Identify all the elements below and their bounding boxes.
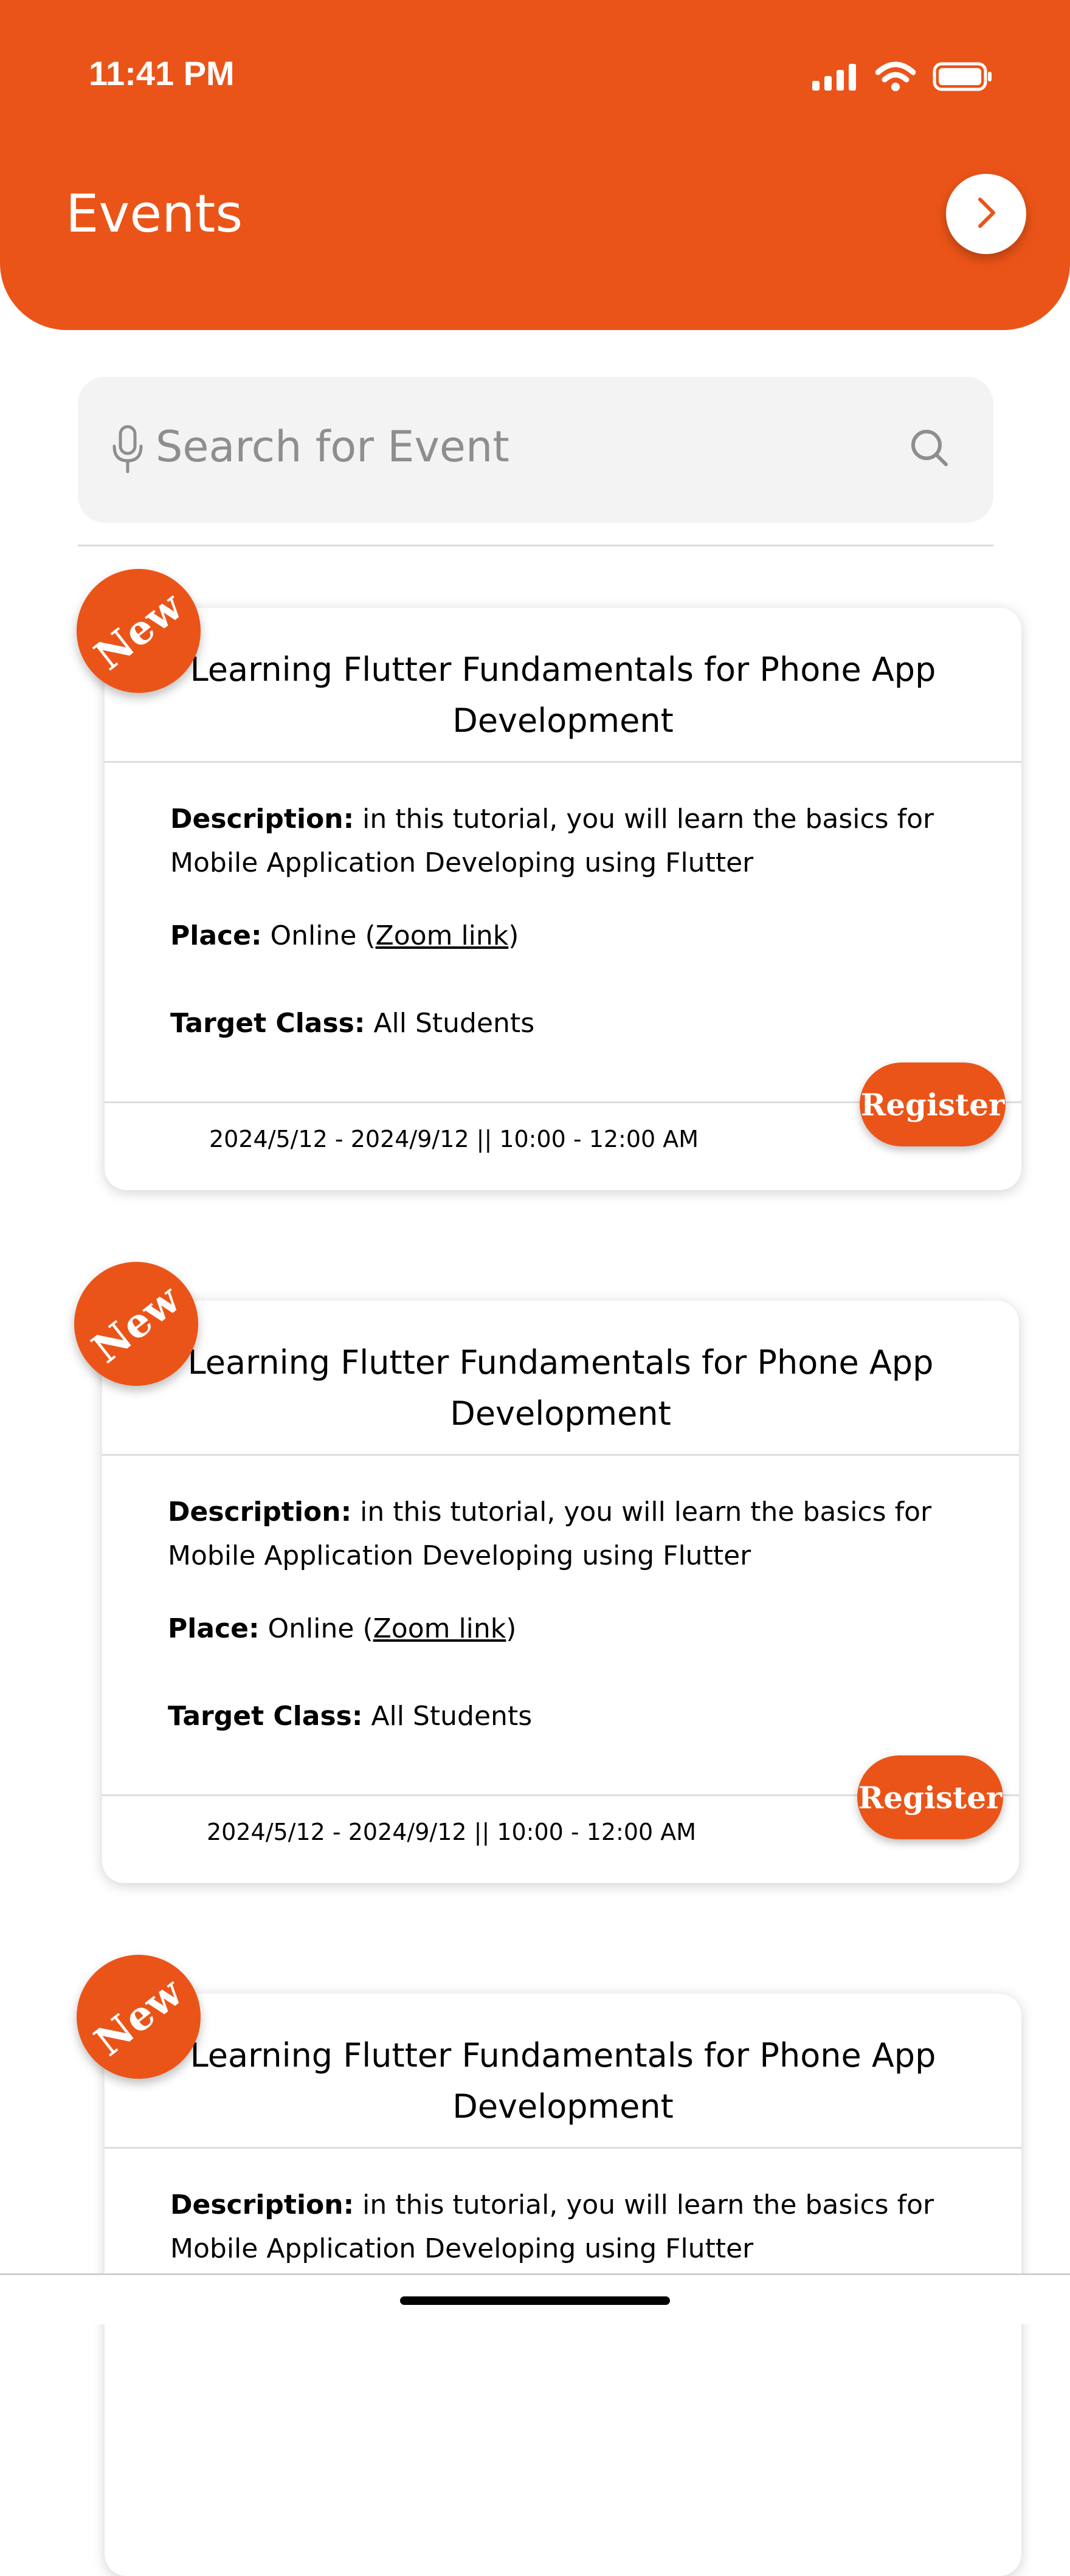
card-divider — [105, 761, 1021, 763]
wifi-icon — [875, 61, 916, 94]
zoom-link[interactable]: Zoom link — [376, 920, 509, 951]
app-header: 11:41 PM Events — [0, 0, 1070, 330]
event-description: Description: in this tutorial, you will … — [170, 2189, 934, 2220]
event-date: 2024/5/12 - 2024/9/12 || 10:00 - 12:00 A… — [209, 1126, 699, 1152]
event-target-class: Target Class: All Students — [170, 1008, 535, 1039]
battery-icon — [933, 61, 993, 94]
event-date: 2024/5/12 - 2024/9/12 || 10:00 - 12:00 A… — [207, 1819, 697, 1845]
event-place: Place: Online (Zoom link) — [168, 1613, 517, 1644]
event-details: Description: in this tutorial, you will … — [170, 797, 961, 1045]
home-indicator[interactable] — [400, 2296, 670, 2305]
event-title: Learning Flutter Fundamentals for Phone … — [187, 1343, 934, 1433]
register-button[interactable]: Register — [860, 1062, 1006, 1146]
event-details: Description: in this tutorial, you will … — [168, 1490, 958, 1738]
event-card[interactable]: Learning Flutter Fundamentals for Phone … — [102, 1301, 1019, 1883]
search-divider — [78, 545, 993, 546]
event-description: Description: in this tutorial, you will … — [170, 804, 934, 835]
event-description-line2: Mobile Application Developing using Flut… — [168, 1540, 751, 1571]
new-badge: New — [77, 569, 201, 693]
event-title: Learning Flutter Fundamentals for Phone … — [190, 650, 936, 740]
card-divider — [102, 1454, 1019, 1456]
event-target-class: Target Class: All Students — [168, 1701, 533, 1732]
event-title: Learning Flutter Fundamentals for Phone … — [190, 2036, 936, 2126]
search-icon[interactable] — [908, 427, 951, 472]
zoom-link[interactable]: Zoom link — [373, 1613, 506, 1644]
microphone-icon[interactable] — [109, 424, 146, 478]
search-input[interactable]: Search for Event — [78, 377, 993, 523]
register-button[interactable]: Register — [857, 1755, 1003, 1839]
status-time: 11:41 PM — [89, 54, 235, 92]
event-description: Description: in this tutorial, you will … — [168, 1496, 932, 1527]
event-card[interactable]: Learning Flutter Fundamentals for Phone … — [105, 608, 1021, 1190]
new-badge: New — [74, 1262, 198, 1386]
next-button[interactable] — [946, 174, 1026, 254]
event-details: Description: in this tutorial, you will … — [170, 2183, 961, 2271]
card-divider — [105, 2147, 1021, 2149]
event-place: Place: Online (Zoom link) — [170, 920, 519, 951]
signal-icon — [812, 63, 858, 93]
bottom-divider — [0, 2273, 1070, 2275]
page-title: Events — [66, 184, 243, 244]
chevron-right-icon — [972, 195, 1001, 233]
status-icons — [812, 61, 993, 95]
event-description-line2: Mobile Application Developing using Flut… — [170, 847, 754, 878]
search-placeholder: Search for Event — [156, 422, 509, 472]
event-description-line2: Mobile Application Developing using Flut… — [170, 2233, 754, 2264]
new-badge: New — [77, 1955, 201, 2079]
